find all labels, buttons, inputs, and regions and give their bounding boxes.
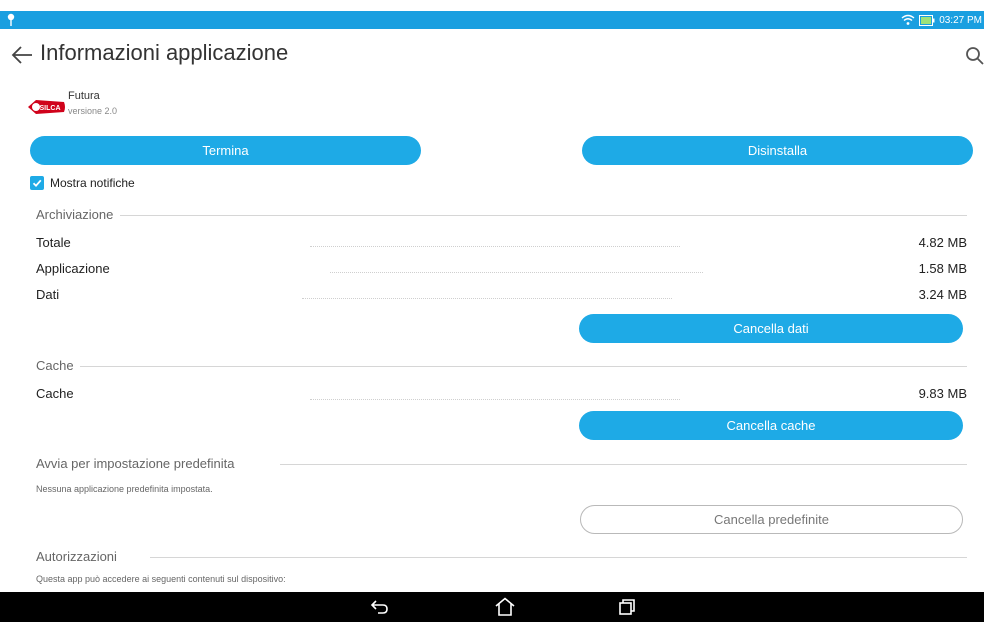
navigation-bar [0, 592, 984, 622]
nav-recents-button[interactable] [614, 595, 640, 619]
nav-back-button[interactable] [367, 595, 393, 619]
permissions-section-title: Autorizzazioni [36, 549, 121, 564]
dotted-leader [310, 246, 680, 247]
check-icon [32, 179, 42, 188]
status-time: 03:27 PM [939, 14, 982, 26]
status-bar: 03:27 PM [0, 11, 984, 29]
back-arrow-icon[interactable] [10, 44, 34, 66]
search-icon[interactable] [965, 46, 984, 65]
status-icons: 03:27 PM [901, 12, 982, 28]
defaults-description: Nessuna applicazione predefinita imposta… [36, 484, 213, 494]
page-title: Informazioni applicazione [40, 40, 289, 65]
permissions-description: Questa app può accedere ai seguenti cont… [36, 574, 286, 584]
show-notifications-checkbox[interactable]: Mostra notifiche [30, 176, 135, 190]
storage-total-label: Totale [36, 235, 71, 250]
storage-data-label: Dati [36, 287, 60, 302]
storage-app-value: 1.58 MB [918, 261, 967, 276]
storage-app-label: Applicazione [36, 261, 110, 276]
nav-recents-icon [619, 599, 635, 615]
clear-data-button[interactable]: Cancella dati [579, 314, 963, 343]
dotted-leader [310, 399, 680, 400]
storage-section-title: Archiviazione [36, 207, 118, 222]
app-logo-text: SILCA [40, 105, 61, 112]
cache-value: 9.83 MB [918, 386, 967, 401]
show-notifications-label: Mostra notifiche [50, 176, 135, 190]
section-divider [80, 366, 967, 367]
dotted-leader [330, 272, 703, 273]
clear-defaults-button[interactable]: Cancella predefinite [580, 505, 963, 534]
cache-label: Cache [36, 386, 74, 401]
uninstall-button[interactable]: Disinstalla [582, 136, 973, 165]
app-name: Futura [68, 90, 100, 102]
nav-home-icon [495, 597, 515, 616]
app-logo: SILCA [28, 100, 65, 114]
stop-button[interactable]: Termina [30, 136, 421, 165]
storage-total-value: 4.82 MB [918, 235, 967, 250]
section-divider [150, 557, 967, 558]
section-divider [280, 464, 967, 465]
location-pin-icon [7, 13, 15, 26]
dotted-leader [302, 298, 672, 299]
nav-back-icon [370, 600, 388, 614]
clear-cache-button[interactable]: Cancella cache [579, 411, 963, 440]
nav-home-button[interactable] [492, 595, 518, 619]
battery-icon [919, 14, 935, 26]
cache-section-title: Cache [36, 358, 78, 373]
defaults-section-title: Avvia per impostazione predefinita [36, 456, 239, 471]
checkbox[interactable] [30, 176, 44, 190]
wifi-icon [901, 14, 915, 25]
section-divider [120, 215, 967, 216]
storage-data-value: 3.24 MB [918, 287, 967, 302]
app-version: versione 2.0 [68, 106, 118, 116]
